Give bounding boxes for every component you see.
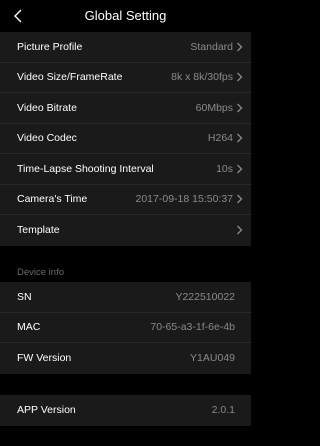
- setting-template[interactable]: Template: [0, 215, 251, 246]
- chevron-right-icon: [236, 133, 243, 143]
- setting-value: 60Mbps: [195, 101, 233, 114]
- setting-value: Standard: [190, 40, 233, 53]
- setting-value: 2017-09-18 15:50:37: [135, 193, 234, 206]
- setting-video-size-framerate[interactable]: Video Size/FrameRate 8k x 8k/30fps: [0, 63, 251, 93]
- section-title: Device info: [17, 267, 64, 278]
- setting-label: Video Codec: [17, 132, 77, 145]
- setting-video-bitrate[interactable]: Video Bitrate 60Mbps: [0, 93, 251, 124]
- chevron-right-icon: [236, 194, 243, 204]
- app-version-row: APP Version 2.0.1: [0, 395, 251, 426]
- setting-value: H264: [207, 132, 233, 145]
- info-label: SN: [17, 290, 32, 303]
- setting-value: 8k x 8k/30fps: [171, 71, 233, 84]
- chevron-right-icon: [236, 225, 243, 235]
- device-info-sn: SN Y222510022: [0, 282, 251, 313]
- info-label: APP Version: [17, 404, 76, 417]
- chevron-right-icon: [236, 72, 243, 82]
- info-value: 70-65-a3-1f-6e-4b: [150, 321, 235, 334]
- chevron-right-icon: [236, 42, 243, 52]
- device-info-mac: MAC 70-65-a3-1f-6e-4b: [0, 313, 251, 343]
- chevron-right-icon: [236, 103, 243, 113]
- info-value: Y1AU049: [190, 352, 235, 365]
- device-info-header: Device info: [0, 260, 251, 282]
- device-info-fw-version: FW Version Y1AU049: [0, 343, 251, 374]
- setting-label: Video Bitrate: [17, 101, 77, 114]
- setting-picture-profile[interactable]: Picture Profile Standard: [0, 32, 251, 63]
- settings-list: Picture Profile Standard Video Size/Fram…: [0, 32, 251, 246]
- setting-video-codec[interactable]: Video Codec H264: [0, 124, 251, 154]
- info-value: Y222510022: [175, 290, 235, 303]
- device-info-list: SN Y222510022 MAC 70-65-a3-1f-6e-4b FW V…: [0, 282, 251, 374]
- setting-label: Camera's Time: [17, 193, 88, 206]
- info-label: FW Version: [17, 352, 72, 365]
- setting-label: Time-Lapse Shooting Interval: [17, 162, 154, 175]
- setting-value: 10s: [216, 162, 233, 175]
- nav-header: Global Setting: [0, 0, 251, 32]
- chevron-right-icon: [236, 164, 243, 174]
- page-title: Global Setting: [84, 8, 167, 23]
- info-value: 2.0.1: [211, 404, 235, 417]
- app-version-section: APP Version 2.0.1: [0, 395, 251, 426]
- setting-label: Template: [17, 224, 60, 237]
- setting-label: Video Size/FrameRate: [17, 71, 123, 84]
- info-label: MAC: [17, 321, 41, 334]
- setting-time-lapse-interval[interactable]: Time-Lapse Shooting Interval 10s: [0, 154, 251, 185]
- setting-camera-time[interactable]: Camera's Time 2017-09-18 15:50:37: [0, 185, 251, 215]
- setting-label: Picture Profile: [17, 40, 83, 53]
